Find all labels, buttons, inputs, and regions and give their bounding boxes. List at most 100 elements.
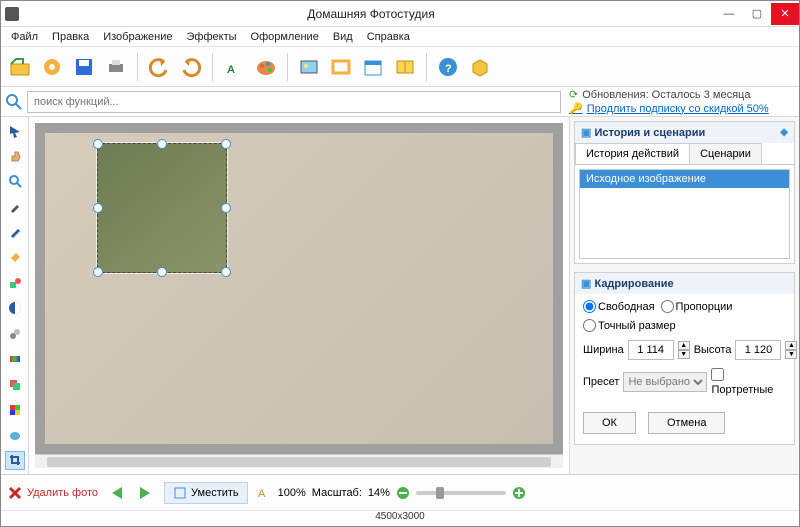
update-status: ⟳Обновления: Осталось 3 месяца — [569, 88, 795, 102]
zoom-in-icon[interactable] — [512, 486, 526, 500]
history-list[interactable]: Исходное изображение — [579, 169, 790, 259]
portrait-checkbox[interactable]: Портретные — [711, 368, 786, 396]
canvas-area — [29, 117, 569, 474]
help-icon[interactable]: ? — [433, 52, 463, 82]
subscription-link[interactable]: 🔑Продлить подписку со скидкой 50% — [569, 102, 795, 116]
height-spinner[interactable]: ▲▼ — [785, 341, 797, 359]
canvas[interactable] — [35, 123, 563, 454]
clone-tool-icon[interactable] — [5, 324, 25, 343]
preset-label: Пресет — [583, 376, 619, 388]
cancel-button[interactable]: Отмена — [648, 412, 725, 434]
width-spinner[interactable]: ▲▼ — [678, 341, 690, 359]
menu-file[interactable]: Файл — [5, 29, 44, 45]
ok-button[interactable]: ОК — [583, 412, 636, 434]
svg-text:A: A — [258, 488, 266, 500]
pen-tool-icon[interactable] — [5, 222, 25, 241]
open-icon[interactable] — [5, 52, 35, 82]
radio-exact[interactable]: Точный размер — [583, 319, 676, 332]
search-input[interactable] — [27, 91, 561, 113]
print-icon[interactable] — [101, 52, 131, 82]
crop-selection[interactable] — [97, 143, 227, 273]
tab-scenarios[interactable]: Сценарии — [689, 143, 762, 164]
next-icon[interactable] — [134, 485, 154, 501]
width-input[interactable] — [628, 340, 674, 360]
crop-handle[interactable] — [157, 139, 167, 149]
horizontal-scrollbar[interactable] — [35, 454, 563, 468]
zoom-100-label[interactable]: 100% — [278, 487, 306, 499]
zoom-100-icon[interactable]: A — [258, 486, 272, 500]
tab-history[interactable]: История действий — [575, 143, 690, 164]
menu-help[interactable]: Справка — [361, 29, 416, 45]
zoom-out-icon[interactable] — [396, 486, 410, 500]
text-icon[interactable]: A — [219, 52, 249, 82]
crop-handle[interactable] — [221, 203, 231, 213]
calendar-icon[interactable] — [358, 52, 388, 82]
fit-icon — [173, 486, 187, 500]
menubar: Файл Правка Изображение Эффекты Оформлен… — [1, 27, 799, 47]
delete-photo-button[interactable]: Удалить фото — [7, 485, 98, 501]
undo-icon[interactable] — [144, 52, 174, 82]
menu-image[interactable]: Изображение — [97, 29, 178, 45]
left-toolbar — [1, 117, 29, 474]
crop-handle[interactable] — [93, 139, 103, 149]
preset-row: Пресет Не выбрано Портретные — [583, 368, 786, 396]
crop-handle[interactable] — [93, 267, 103, 277]
crop-handle[interactable] — [93, 203, 103, 213]
prev-icon[interactable] — [108, 485, 128, 501]
package-icon[interactable] — [465, 52, 495, 82]
svg-text:A: A — [227, 64, 235, 76]
menu-decoration[interactable]: Оформление — [245, 29, 325, 45]
preset-select[interactable]: Не выбрано — [623, 372, 707, 392]
shapes-tool-icon[interactable] — [5, 273, 25, 292]
eyedropper-tool-icon[interactable] — [5, 197, 25, 216]
crop-handle[interactable] — [221, 267, 231, 277]
history-tabs: История действий Сценарии — [575, 143, 794, 165]
radio-proportions[interactable]: Пропорции — [661, 300, 733, 313]
crop-handle[interactable] — [221, 139, 231, 149]
toolbar-separator — [137, 53, 138, 81]
color-tool-icon[interactable] — [5, 400, 25, 419]
redo-icon[interactable] — [176, 52, 206, 82]
eraser-tool-icon[interactable] — [5, 425, 25, 444]
nav-arrows — [108, 485, 154, 501]
toolbar-separator — [212, 53, 213, 81]
crop-tool-icon[interactable] — [5, 451, 25, 470]
crop-panel-title: Кадрирование — [594, 278, 673, 290]
crop-panel: ▣ Кадрирование Свободная Пропорции Точны… — [574, 272, 795, 445]
share-icon[interactable] — [390, 52, 420, 82]
pointer-tool-icon[interactable] — [5, 121, 25, 140]
delete-icon — [7, 485, 23, 501]
close-button[interactable]: ✕ — [771, 3, 799, 25]
scale-value: 14% — [368, 487, 390, 499]
hand-tool-icon[interactable] — [5, 146, 25, 165]
dimensions-row: Ширина ▲▼ Высота ▲▼ — [583, 340, 786, 360]
zoom-slider[interactable] — [416, 491, 506, 495]
contrast-tool-icon[interactable] — [5, 299, 25, 318]
crop-handle[interactable] — [157, 267, 167, 277]
bucket-tool-icon[interactable] — [5, 248, 25, 267]
menu-effects[interactable]: Эффекты — [181, 29, 243, 45]
crop-buttons: ОК Отмена — [583, 404, 786, 438]
side-panel: ▣ История и сценарии ◆ История действий … — [569, 117, 799, 474]
maximize-button[interactable]: ▢ — [743, 3, 771, 25]
fit-button[interactable]: Уместить — [164, 482, 248, 504]
palette-icon[interactable] — [251, 52, 281, 82]
toolbar-separator — [426, 53, 427, 81]
magnifier-tool-icon[interactable] — [5, 172, 25, 191]
window-controls: — ▢ ✕ — [715, 3, 799, 25]
height-input[interactable] — [735, 340, 781, 360]
save-icon[interactable] — [69, 52, 99, 82]
image-icon[interactable] — [294, 52, 324, 82]
layers-tool-icon[interactable] — [5, 375, 25, 394]
frame-icon[interactable] — [326, 52, 356, 82]
history-panel-title: История и сценарии — [594, 127, 705, 139]
gear-icon[interactable] — [37, 52, 67, 82]
status-bar: Удалить фото Уместить A 100% Масштаб: 14… — [1, 474, 799, 510]
radio-free[interactable]: Свободная — [583, 300, 655, 313]
history-item[interactable]: Исходное изображение — [580, 170, 789, 188]
menu-edit[interactable]: Правка — [46, 29, 95, 45]
collapse-icon[interactable]: ◆ — [780, 127, 788, 138]
rainbow-tool-icon[interactable] — [5, 349, 25, 368]
minimize-button[interactable]: — — [715, 3, 743, 25]
menu-view[interactable]: Вид — [327, 29, 359, 45]
